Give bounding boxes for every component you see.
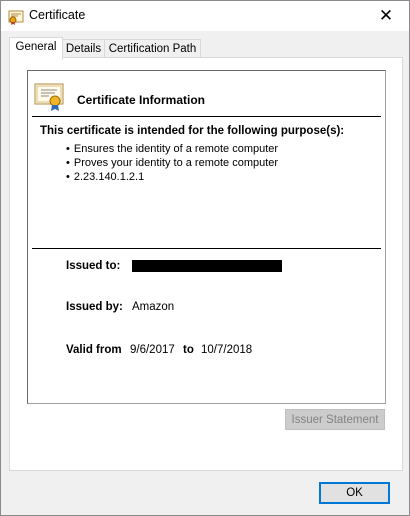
tab-details-label: Details [65,43,102,55]
divider [32,116,381,117]
close-icon: ✕ [378,6,394,25]
tab-general[interactable]: General [9,37,63,60]
ok-button[interactable]: OK [319,482,390,504]
issuer-statement-button[interactable]: Issuer Statement [285,409,385,430]
certificate-info-icon [33,80,65,112]
general-tab-panel: Certificate Information This certificate… [9,57,403,471]
purpose-item: Proves your identity to a remote compute… [66,156,278,170]
tab-details[interactable]: Details [62,39,105,59]
tab-general-label: General [15,41,57,53]
purpose-item: Ensures the identity of a remote compute… [66,142,278,156]
issued-to-redacted-value [132,260,282,272]
issued-by-label: Issued by: [66,301,123,313]
tab-certification-path-label: Certification Path [108,43,197,55]
valid-from-label: Valid from [66,344,122,356]
valid-from-value: 9/6/2017 [130,344,175,356]
certificate-icon [8,9,24,25]
close-button[interactable]: ✕ [363,1,409,31]
issued-to-label: Issued to: [66,260,121,272]
certificate-info-title: Certificate Information [77,93,206,107]
valid-to-value: 10/7/2018 [201,344,253,356]
window-title: Certificate [29,8,86,22]
purpose-heading: This certificate is intended for the fol… [40,125,345,137]
certificate-info-box: Certificate Information This certificate… [27,70,386,404]
purpose-list: Ensures the identity of a remote compute… [66,142,278,184]
issued-by-value: Amazon [132,301,175,313]
divider [32,248,381,249]
title-bar[interactable]: Certificate ✕ [1,1,409,31]
tab-certification-path[interactable]: Certification Path [104,39,201,59]
purpose-item: 2.23.140.1.2.1 [66,170,278,184]
certificate-dialog: Certificate ✕ General Details Certificat… [0,0,410,516]
valid-to-label: to [183,344,194,356]
